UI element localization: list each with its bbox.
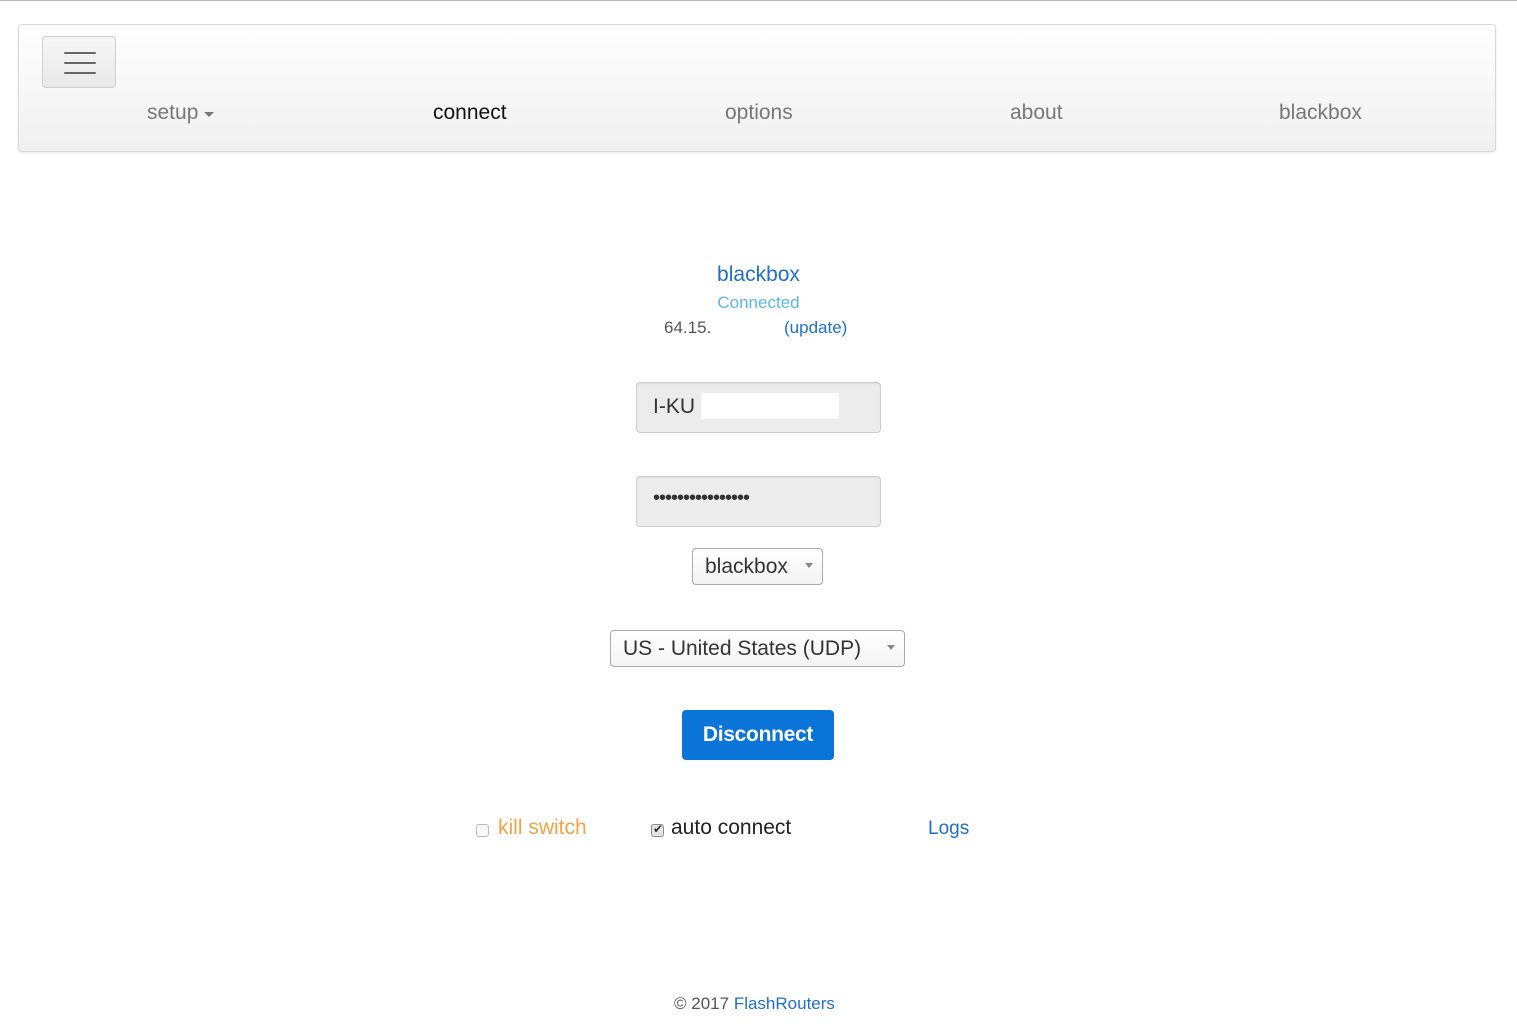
username-value: I-KU: [653, 395, 695, 418]
nav-item-options[interactable]: options: [725, 101, 793, 125]
kill-switch-checkbox[interactable]: [476, 824, 489, 837]
ip-address: 64.15.: [664, 318, 712, 337]
device-name: blackbox: [717, 263, 800, 286]
top-navbar: setup connect options about blackbox: [18, 24, 1496, 152]
chevron-down-icon: [204, 111, 215, 117]
footer: © 2017 FlashRouters: [674, 994, 835, 1014]
dropdown-arrow-icon: [805, 563, 813, 568]
nav-item-setup-label: setup: [147, 101, 199, 124]
kill-switch-label[interactable]: kill switch: [498, 816, 587, 840]
dropdown-arrow-icon: [887, 645, 895, 650]
checkmark-icon: ✔: [653, 822, 664, 836]
connection-status: Connected: [717, 293, 800, 312]
username-input[interactable]: I-KU: [636, 382, 881, 433]
server-select-value: blackbox: [705, 555, 788, 578]
redacted-area: [701, 393, 839, 419]
hamburger-menu-icon[interactable]: [42, 36, 116, 88]
password-value: ••••••••••••••••: [653, 487, 750, 509]
nav-item-connect[interactable]: connect: [433, 101, 507, 125]
nav-item-about[interactable]: about: [1010, 101, 1063, 125]
disconnect-button[interactable]: Disconnect: [682, 710, 834, 760]
region-select[interactable]: US - United States (UDP): [610, 630, 905, 667]
server-select[interactable]: blackbox: [692, 548, 823, 585]
logs-link[interactable]: Logs: [928, 818, 969, 840]
footer-brand-link[interactable]: FlashRouters: [734, 994, 835, 1013]
auto-connect-label[interactable]: auto connect: [671, 816, 791, 840]
top-border: [0, 0, 1517, 1]
nav-item-blackbox[interactable]: blackbox: [1279, 101, 1362, 125]
update-ip-link[interactable]: (update): [784, 318, 847, 338]
password-input[interactable]: ••••••••••••••••: [636, 476, 881, 527]
footer-copyright: © 2017: [674, 994, 730, 1013]
nav-item-setup[interactable]: setup: [147, 101, 215, 125]
auto-connect-checkbox[interactable]: ✔: [651, 822, 664, 837]
region-select-value: US - United States (UDP): [623, 637, 862, 660]
